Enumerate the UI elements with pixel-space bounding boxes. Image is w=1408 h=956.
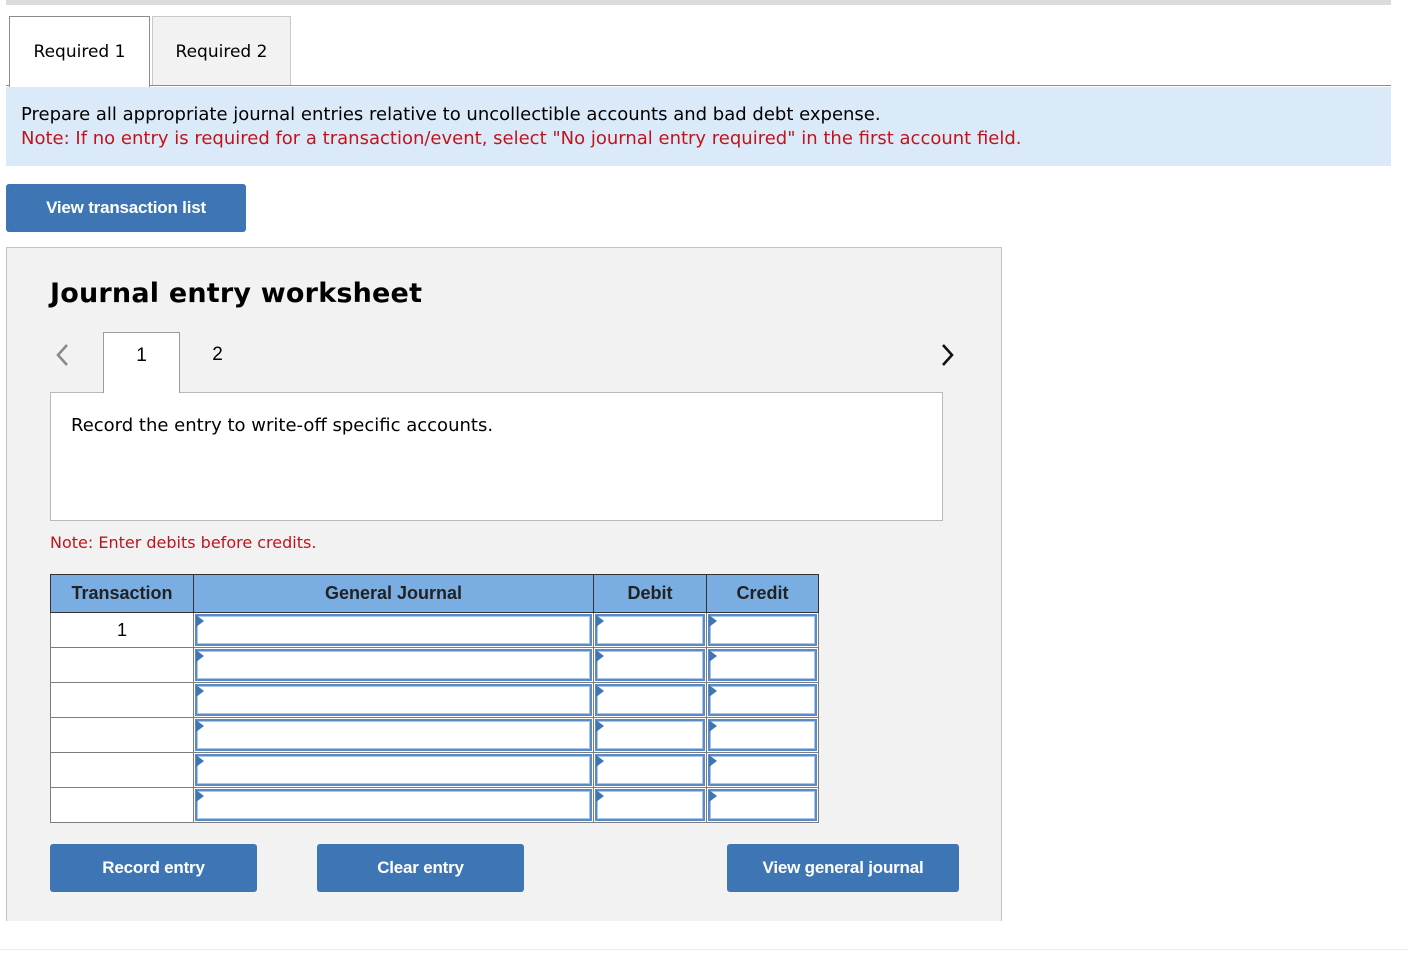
field-marker-icon [196, 650, 204, 662]
instructions-note: Note: If no entry is required for a tran… [21, 128, 1022, 149]
field-marker-icon [596, 685, 604, 697]
credit-input[interactable] [708, 789, 817, 821]
top-divider [6, 0, 1391, 5]
step-tab-2[interactable]: 2 [180, 332, 255, 393]
account-select[interactable] [195, 649, 592, 681]
step-tab-1[interactable]: 1 [103, 332, 180, 393]
table-row [50, 717, 819, 753]
debit-input[interactable] [595, 789, 705, 821]
credit-cell [706, 647, 819, 683]
credit-input[interactable] [708, 754, 817, 786]
debit-cell [593, 787, 707, 823]
transaction-cell: 1 [50, 612, 194, 648]
tab-required-2[interactable]: Required 2 [152, 16, 291, 86]
debits-note: Note: Enter debits before credits. [50, 533, 317, 552]
header-transaction: Transaction [50, 574, 194, 613]
table-row: 1 [50, 612, 819, 648]
credit-input[interactable] [708, 719, 817, 751]
journal-entry-worksheet: Journal entry worksheet 1 2 Record the e… [6, 247, 1002, 921]
field-marker-icon [596, 650, 604, 662]
debit-cell [593, 647, 707, 683]
debit-input[interactable] [595, 614, 705, 646]
instructions-text: Prepare all appropriate journal entries … [21, 104, 881, 125]
next-step-button[interactable] [935, 340, 959, 370]
view-general-journal-button[interactable]: View general journal [727, 844, 959, 892]
field-marker-icon [596, 755, 604, 767]
clear-entry-button[interactable]: Clear entry [317, 844, 524, 892]
account-cell [193, 682, 594, 718]
table-row [50, 682, 819, 718]
field-marker-icon [596, 720, 604, 732]
tab-divider [6, 85, 1391, 86]
field-marker-icon [196, 755, 204, 767]
debit-input[interactable] [595, 684, 705, 716]
debit-input[interactable] [595, 754, 705, 786]
view-transaction-list-button[interactable]: View transaction list [6, 184, 246, 232]
account-cell [193, 647, 594, 683]
chevron-right-icon [942, 344, 954, 366]
worksheet-title: Journal entry worksheet [50, 278, 423, 309]
debit-input[interactable] [595, 719, 705, 751]
debit-cell [593, 682, 707, 718]
table-row [50, 647, 819, 683]
credit-input[interactable] [708, 684, 817, 716]
debit-cell [593, 752, 707, 788]
field-marker-icon [196, 790, 204, 802]
field-marker-icon [196, 685, 204, 697]
field-marker-icon [709, 720, 717, 732]
credit-input[interactable] [708, 649, 817, 681]
field-marker-icon [196, 615, 204, 627]
field-marker-icon [709, 790, 717, 802]
field-marker-icon [196, 720, 204, 732]
header-debit: Debit [593, 574, 707, 613]
debit-cell [593, 612, 707, 648]
table-row [50, 752, 819, 788]
account-cell [193, 612, 594, 648]
transaction-cell [50, 717, 194, 753]
transaction-description: Record the entry to write-off specific a… [50, 392, 943, 521]
previous-step-button[interactable] [51, 340, 75, 370]
account-select[interactable] [195, 684, 592, 716]
account-cell [193, 787, 594, 823]
account-select[interactable] [195, 614, 592, 646]
field-marker-icon [709, 650, 717, 662]
account-select[interactable] [195, 719, 592, 751]
credit-cell [706, 787, 819, 823]
header-general-journal: General Journal [193, 574, 594, 613]
debit-input[interactable] [595, 649, 705, 681]
transaction-cell [50, 787, 194, 823]
bottom-divider [0, 949, 1408, 950]
field-marker-icon [709, 755, 717, 767]
debit-cell [593, 717, 707, 753]
account-cell [193, 752, 594, 788]
account-cell [193, 717, 594, 753]
instructions-panel: Prepare all appropriate journal entries … [6, 87, 1391, 166]
account-select[interactable] [195, 754, 592, 786]
field-marker-icon [596, 790, 604, 802]
table-header-row: Transaction General Journal Debit Credit [50, 574, 819, 613]
header-credit: Credit [706, 574, 819, 613]
credit-cell [706, 682, 819, 718]
credit-cell [706, 717, 819, 753]
field-marker-icon [709, 615, 717, 627]
journal-table: Transaction General Journal Debit Credit… [50, 574, 819, 823]
transaction-cell [50, 682, 194, 718]
transaction-cell [50, 647, 194, 683]
credit-cell [706, 752, 819, 788]
transaction-cell [50, 752, 194, 788]
account-select[interactable] [195, 789, 592, 821]
credit-input[interactable] [708, 614, 817, 646]
chevron-left-icon [56, 344, 68, 366]
tab-required-1[interactable]: Required 1 [9, 16, 150, 87]
table-row [50, 787, 819, 823]
field-marker-icon [596, 615, 604, 627]
record-entry-button[interactable]: Record entry [50, 844, 257, 892]
credit-cell [706, 612, 819, 648]
field-marker-icon [709, 685, 717, 697]
